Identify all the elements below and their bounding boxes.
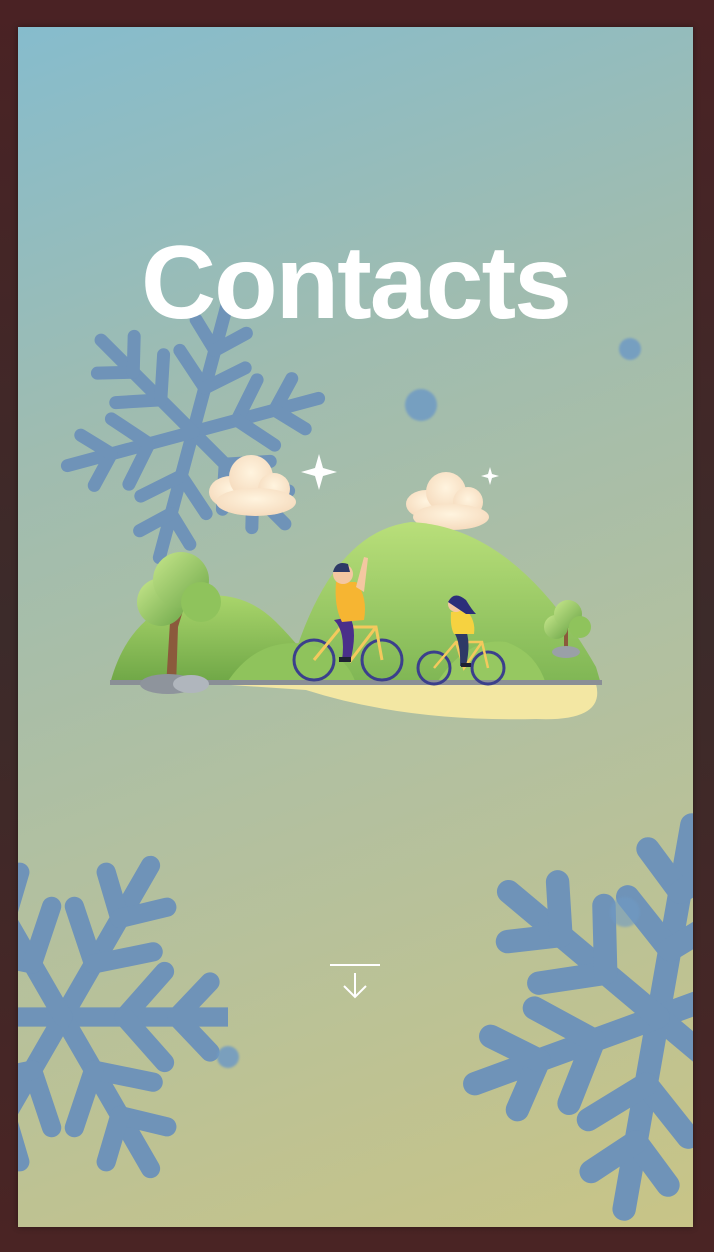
arrow-down-icon [330, 964, 380, 999]
cycling-illustration [110, 454, 602, 720]
contacts-page: Contacts [18, 27, 693, 1227]
decorative-dot [610, 897, 640, 927]
cloud-right [406, 472, 489, 530]
page-title: Contacts [141, 225, 572, 341]
snowflake-decoration-bottom-right [418, 767, 693, 1227]
cloud-left [209, 455, 296, 516]
scroll-down-button[interactable] [327, 959, 383, 1005]
decorative-dot [405, 389, 437, 421]
sand-path [216, 684, 598, 720]
snowflake-decoration-bottom-left [18, 817, 228, 1217]
decorative-dot [217, 1046, 239, 1068]
